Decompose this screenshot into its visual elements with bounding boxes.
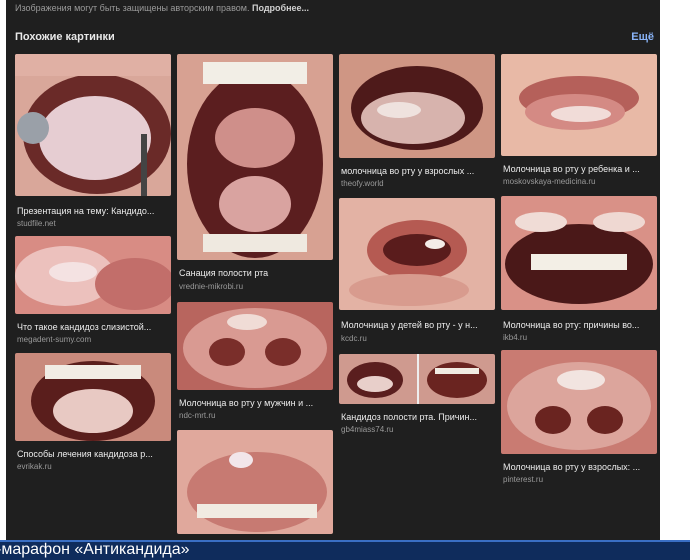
result-card[interactable]: Что такое кандидоз слизистой... megadent… (15, 236, 171, 346)
result-card[interactable]: Кандидоз полости рта. Причин... gb4miass… (339, 354, 495, 438)
result-source[interactable]: moskovskaya-medicina.ru (503, 177, 595, 186)
result-thumbnail[interactable] (339, 198, 495, 310)
banner-bar: -марафон «Антикандида» (0, 540, 690, 560)
result-thumbnail[interactable] (501, 196, 657, 310)
copyright-notice-text: Изображения могут быть защищены авторски… (15, 3, 250, 13)
result-thumbnail[interactable] (177, 430, 333, 534)
result-card[interactable]: Молочница у детей во рту - у н... kcdc.r… (339, 198, 495, 346)
result-source[interactable]: gb4miass74.ru (341, 425, 393, 434)
result-card[interactable]: Санация полости рта vrednie-mikrobi.ru (177, 54, 333, 298)
similar-images-panel: Изображения могут быть защищены авторски… (6, 0, 660, 540)
section-title: Похожие картинки (15, 31, 115, 43)
banner-text: -марафон «Антикандида» (0, 541, 190, 558)
result-card[interactable]: Молочница во рту у взрослых: ... pintere… (501, 350, 657, 490)
result-source[interactable]: ndc-mrt.ru (179, 411, 215, 420)
result-thumbnail[interactable] (177, 54, 333, 260)
result-caption[interactable]: молочница во рту у взрослых ... (341, 166, 493, 176)
result-thumbnail[interactable] (501, 350, 657, 454)
result-card[interactable]: Молочница во рту у мужчин и ... ndc-mrt.… (177, 302, 333, 424)
result-thumbnail[interactable] (339, 54, 495, 158)
result-caption[interactable]: Молочница у детей во рту - у н... (341, 320, 493, 330)
result-source[interactable]: kcdc.ru (341, 334, 367, 343)
learn-more-link[interactable]: Подробнее... (252, 3, 309, 13)
result-thumbnail[interactable] (177, 302, 333, 390)
result-card[interactable]: молочница во рту у взрослых ... theofy.w… (339, 54, 495, 192)
result-thumbnail[interactable] (15, 54, 171, 196)
page-background-strip (660, 0, 690, 540)
copyright-notice: Изображения могут быть защищены авторски… (15, 3, 309, 13)
result-source[interactable]: pinterest.ru (503, 475, 543, 484)
result-caption[interactable]: Что такое кандидоз слизистой... (17, 322, 169, 332)
result-card[interactable]: Презентация на тему: Кандидо... studfile… (15, 54, 171, 230)
result-card[interactable] (177, 430, 333, 534)
result-caption[interactable]: Кандидоз полости рта. Причин... (341, 412, 493, 422)
result-caption[interactable]: Молочница во рту: причины во... (503, 320, 655, 330)
more-link[interactable]: Ещё (631, 31, 654, 43)
result-caption[interactable]: Санация полости рта (179, 268, 331, 278)
result-thumbnail[interactable] (339, 354, 495, 404)
result-caption[interactable]: Молочница во рту у ребенка и ... (503, 164, 655, 174)
result-card[interactable]: Молочница во рту: причины во... ikb4.ru (501, 196, 657, 344)
result-caption[interactable]: Презентация на тему: Кандидо... (17, 206, 169, 216)
result-source[interactable]: theofy.world (341, 179, 384, 188)
result-source[interactable]: vrednie-mikrobi.ru (179, 282, 243, 291)
result-source[interactable]: evrikak.ru (17, 462, 52, 471)
result-thumbnail[interactable] (501, 54, 657, 156)
result-source[interactable]: studfile.net (17, 219, 56, 228)
result-thumbnail[interactable] (15, 236, 171, 314)
result-caption[interactable]: Молочница во рту у взрослых: ... (503, 462, 655, 472)
result-source[interactable]: megadent-sumy.com (17, 335, 91, 344)
result-source[interactable]: ikb4.ru (503, 333, 527, 342)
result-card[interactable]: Способы лечения кандидоза р... evrikak.r… (15, 353, 171, 475)
result-card[interactable]: Молочница во рту у ребенка и ... moskovs… (501, 54, 657, 188)
result-caption[interactable]: Молочница во рту у мужчин и ... (179, 398, 331, 408)
result-thumbnail[interactable] (15, 353, 171, 441)
result-caption[interactable]: Способы лечения кандидоза р... (17, 449, 169, 459)
